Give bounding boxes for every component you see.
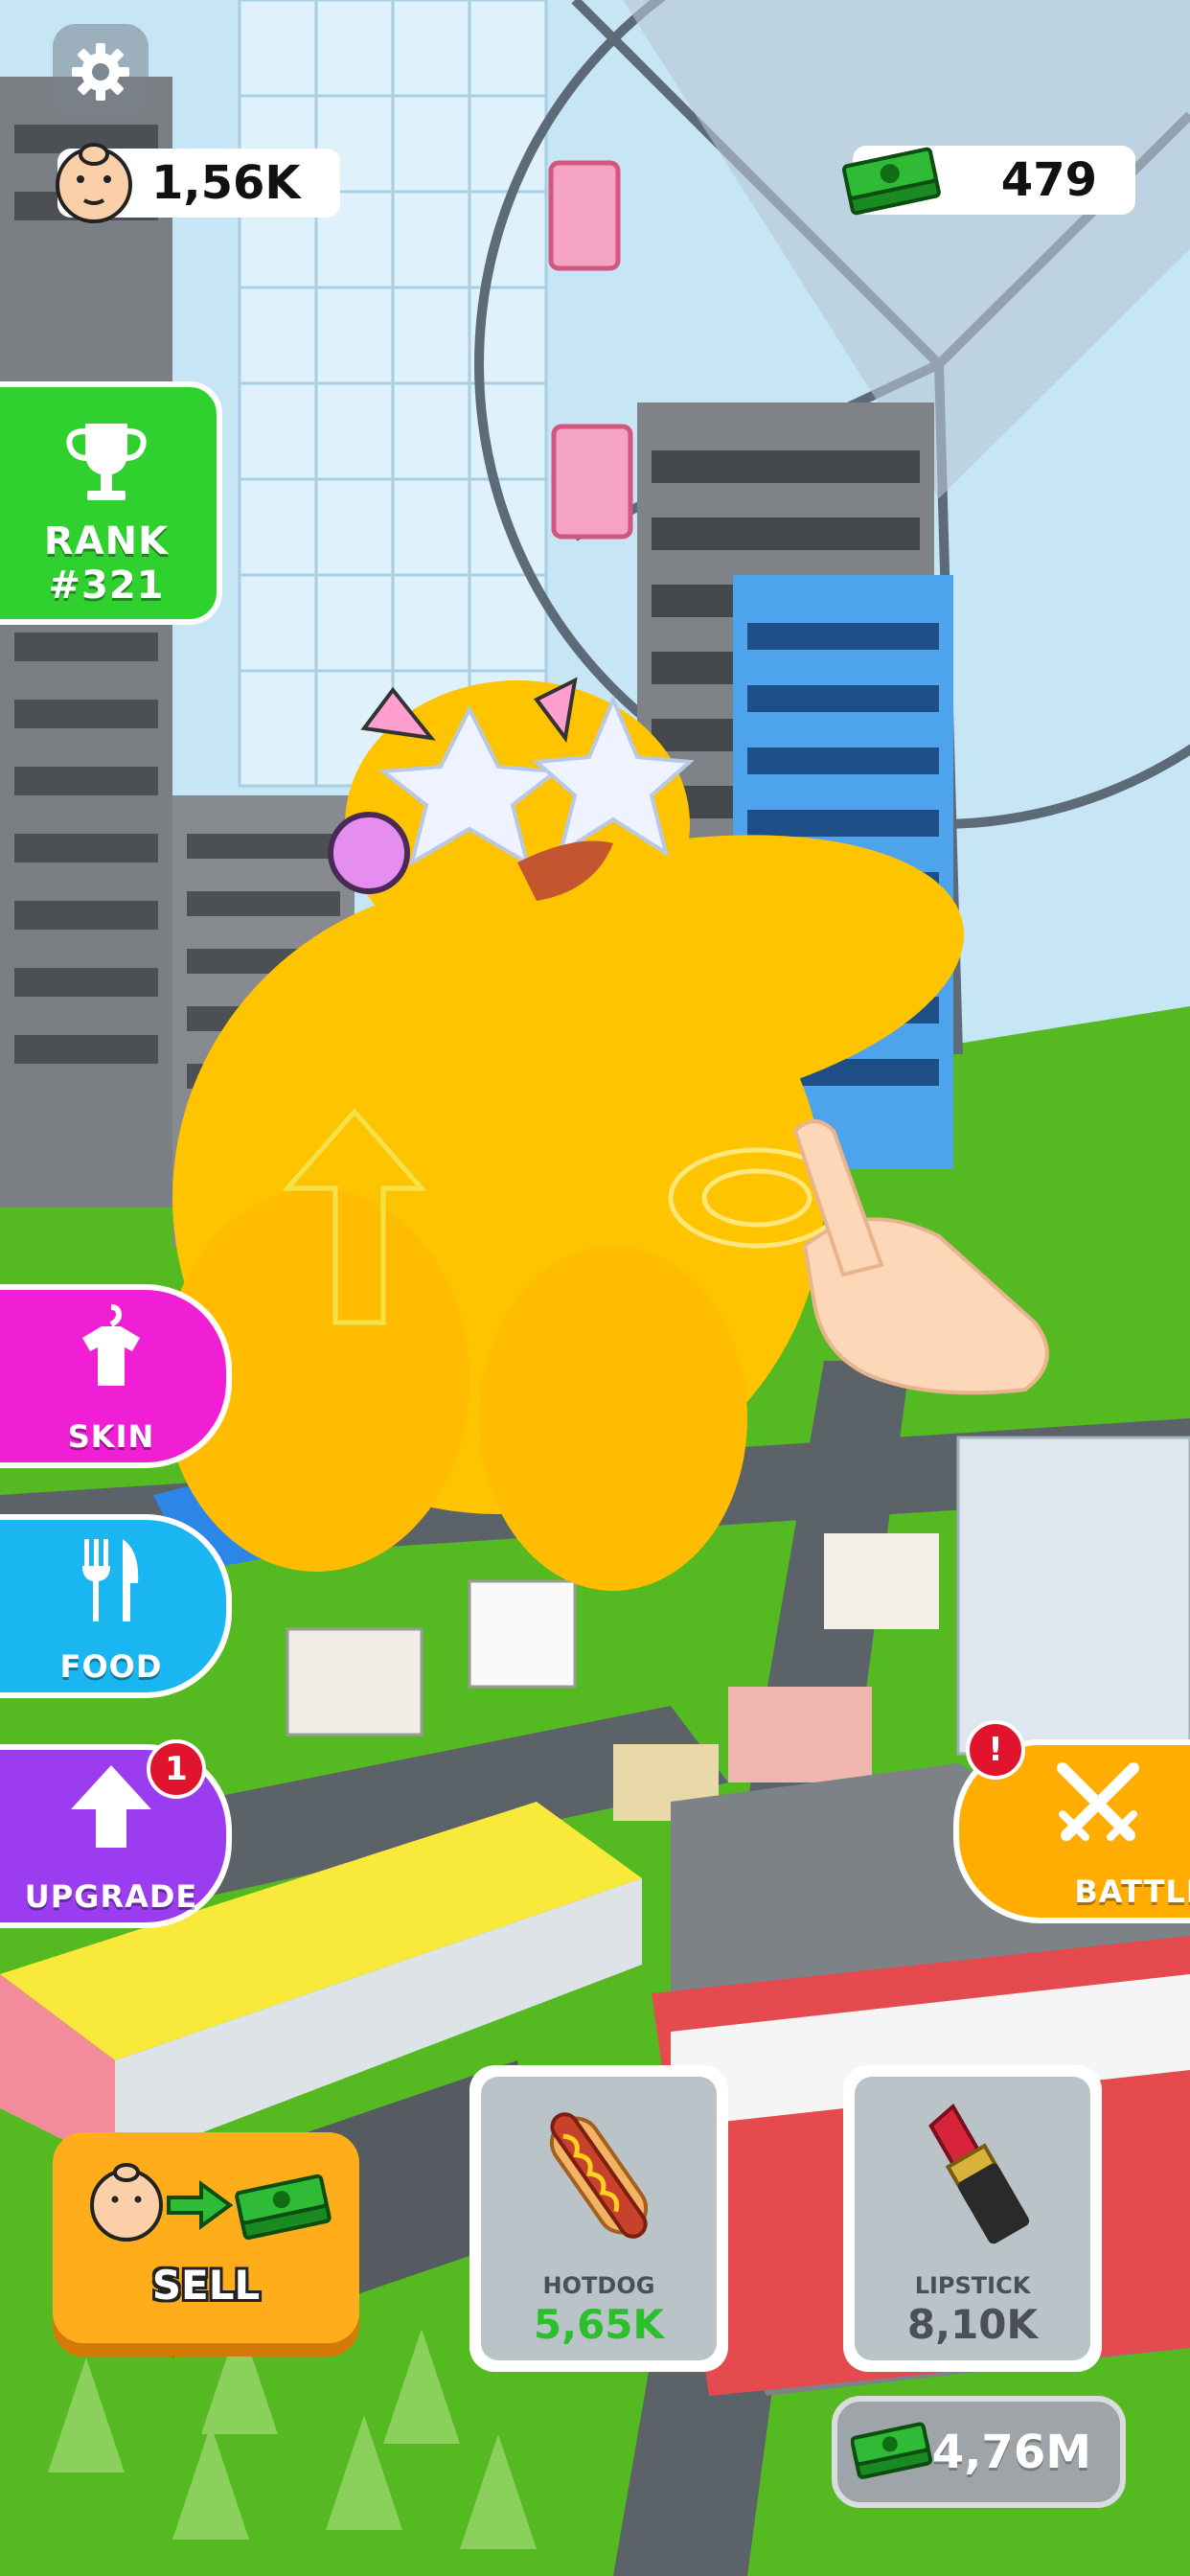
- food-label: FOOD: [59, 1648, 163, 1685]
- hotdog-price: 5,65K: [533, 2301, 665, 2348]
- gear-icon: [72, 43, 129, 101]
- hotdog-name: HOTDOG: [542, 2272, 655, 2299]
- cash-stack-icon: [841, 147, 941, 216]
- rank-value: #321: [48, 564, 165, 608]
- crossed-swords-icon: [1057, 1762, 1139, 1841]
- shop-item-hotdog[interactable]: HOTDOG 5,65K: [469, 2065, 728, 2372]
- lipstick-price: 8,10K: [906, 2301, 1039, 2348]
- shirt-hanger-icon: [82, 1304, 140, 1386]
- upgrade-badge: 1: [147, 1739, 206, 1799]
- settings-button[interactable]: [53, 24, 149, 120]
- sumo-face-icon: [56, 143, 132, 223]
- upgrade-label: UPGRADE: [24, 1878, 198, 1915]
- trophy-icon: [66, 424, 147, 500]
- total-cash-value: 4,76M: [931, 2425, 1091, 2479]
- shop-item-lipstick[interactable]: LIPSTICK 8,10K: [843, 2065, 1102, 2372]
- battle-label: BATTLE: [1074, 1874, 1190, 1910]
- rank-button[interactable]: RANK #321: [0, 381, 222, 625]
- lipstick-icon: [928, 2104, 1030, 2244]
- hotdog-icon: [549, 2112, 649, 2239]
- battle-badge: !: [966, 1720, 1025, 1780]
- skin-button[interactable]: SKIN: [0, 1284, 232, 1468]
- cash-counter: 479: [841, 146, 1135, 216]
- arrow-up-icon: [71, 1765, 151, 1848]
- sell-label: SELL: [151, 2262, 261, 2309]
- followers-counter: 1,56K: [56, 143, 340, 223]
- cash-stack-icon: [851, 2422, 933, 2479]
- food-button[interactable]: FOOD: [0, 1514, 232, 1698]
- skin-label: SKIN: [67, 1418, 155, 1455]
- sell-button[interactable]: SELL: [53, 2132, 359, 2343]
- sumo-to-cash-icon: [90, 2163, 332, 2242]
- lipstick-name: LIPSTICK: [914, 2272, 1031, 2299]
- rank-label: RANK: [43, 519, 170, 564]
- total-cash-display: 4,76M: [832, 2396, 1126, 2508]
- followers-value: 1,56K: [151, 156, 301, 210]
- cash-value: 479: [1000, 153, 1097, 207]
- fork-knife-icon: [82, 1539, 139, 1622]
